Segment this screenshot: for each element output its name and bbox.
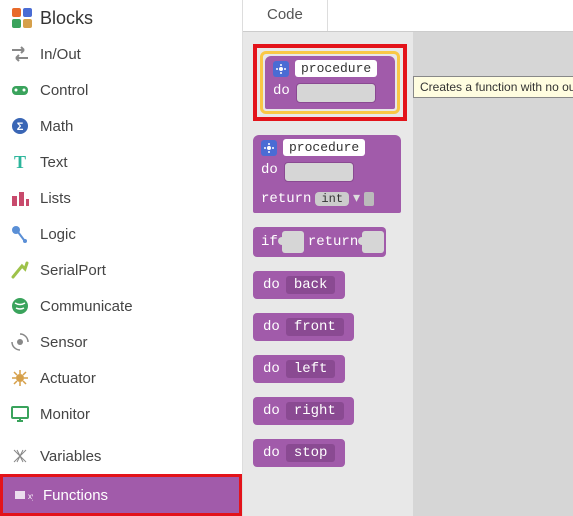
math-icon: Σ <box>10 116 30 136</box>
sidebar-title: Blocks <box>40 8 93 29</box>
return-type-dropdown[interactable]: int <box>315 192 349 206</box>
do-label: do <box>263 445 280 461</box>
text-icon: T <box>10 152 30 172</box>
category-label: Control <box>40 82 88 99</box>
category-label: Logic <box>40 226 76 243</box>
highlight-selected-block: procedure do <box>253 44 407 121</box>
category-label: In/Out <box>40 46 81 63</box>
do-label: do <box>263 319 280 335</box>
statement-slot[interactable] <box>284 162 354 182</box>
category-monitor[interactable]: Monitor <box>0 396 242 432</box>
value-slot[interactable] <box>364 192 374 206</box>
lists-icon <box>10 188 30 208</box>
procedure-name[interactable]: procedure <box>283 139 365 156</box>
call-block-stop[interactable]: dostop <box>253 439 345 467</box>
procedure-block-with-return[interactable]: procedure do return int ▾ <box>253 135 401 213</box>
category-label: Actuator <box>40 370 96 387</box>
call-name: back <box>286 276 336 294</box>
call-name: right <box>286 402 344 420</box>
functions-icon: xy <box>13 485 33 505</box>
procedure-name[interactable]: procedure <box>295 60 377 77</box>
category-label: Text <box>40 154 68 171</box>
if-return-block[interactable]: if return <box>253 227 386 257</box>
call-block-front[interactable]: dofront <box>253 313 354 341</box>
category-list: In/Out Control Σ Math T Text Lists Logic <box>0 36 242 438</box>
tab-code[interactable]: Code <box>243 0 328 31</box>
serial-icon <box>10 260 30 280</box>
gear-icon[interactable] <box>273 61 289 77</box>
category-label: Sensor <box>40 334 88 351</box>
sidebar-functions[interactable]: xy Functions <box>0 474 242 516</box>
category-label: SerialPort <box>40 262 106 279</box>
main-area: Code procedure do <box>243 0 573 516</box>
do-label: do <box>263 361 280 377</box>
variables-icon <box>10 446 30 466</box>
logic-icon <box>10 224 30 244</box>
do-label: do <box>263 403 280 419</box>
return-label: return <box>308 234 358 250</box>
category-actuator[interactable]: Actuator <box>0 360 242 396</box>
category-control[interactable]: Control <box>0 72 242 108</box>
statement-slot[interactable] <box>296 83 376 103</box>
return-label: return <box>261 191 311 207</box>
category-label: Monitor <box>40 406 90 423</box>
category-label: Communicate <box>40 298 133 315</box>
category-serialport[interactable]: SerialPort <box>0 252 242 288</box>
sidebar: Blocks In/Out Control Σ Math T Text List… <box>0 0 243 516</box>
call-block-back[interactable]: doback <box>253 271 345 299</box>
tooltip: Creates a function with no output. <box>413 76 573 98</box>
gamepad-icon <box>10 80 30 100</box>
highlight-hover: procedure do <box>260 51 400 114</box>
svg-text:Σ: Σ <box>17 121 24 133</box>
category-communicate[interactable]: Communicate <box>0 288 242 324</box>
call-name: stop <box>286 444 336 462</box>
do-label: do <box>253 160 284 186</box>
puzzle-icon <box>10 6 34 30</box>
call-name: front <box>286 318 344 336</box>
category-inout[interactable]: In/Out <box>0 36 242 72</box>
category-sensor[interactable]: Sensor <box>0 324 242 360</box>
call-block-right[interactable]: doright <box>253 397 354 425</box>
category-logic[interactable]: Logic <box>0 216 242 252</box>
procedure-block-no-output[interactable]: procedure do <box>265 56 395 109</box>
functions-label: Functions <box>43 487 108 504</box>
sensor-icon <box>10 332 30 352</box>
variables-label: Variables <box>40 448 101 465</box>
actuator-icon <box>10 368 30 388</box>
category-label: Math <box>40 118 73 135</box>
value-slot[interactable] <box>362 231 384 253</box>
inout-icon <box>10 44 30 64</box>
do-label: do <box>265 81 296 107</box>
communicate-icon <box>10 296 30 316</box>
tab-bar: Code <box>243 0 573 32</box>
condition-slot[interactable] <box>282 231 304 253</box>
sidebar-variables[interactable]: Variables <box>0 438 242 474</box>
blocks-palette: procedure do Creates a function with no … <box>243 32 573 516</box>
if-label: if <box>261 234 278 250</box>
sidebar-header: Blocks <box>0 0 242 36</box>
svg-text:xy: xy <box>28 492 33 501</box>
svg-text:T: T <box>14 152 26 172</box>
category-lists[interactable]: Lists <box>0 180 242 216</box>
gear-icon[interactable] <box>261 140 277 156</box>
category-text[interactable]: T Text <box>0 144 242 180</box>
monitor-icon <box>10 404 30 424</box>
do-label: do <box>263 277 280 293</box>
call-block-left[interactable]: doleft <box>253 355 345 383</box>
call-name: left <box>286 360 336 378</box>
category-label: Lists <box>40 190 71 207</box>
category-math[interactable]: Σ Math <box>0 108 242 144</box>
